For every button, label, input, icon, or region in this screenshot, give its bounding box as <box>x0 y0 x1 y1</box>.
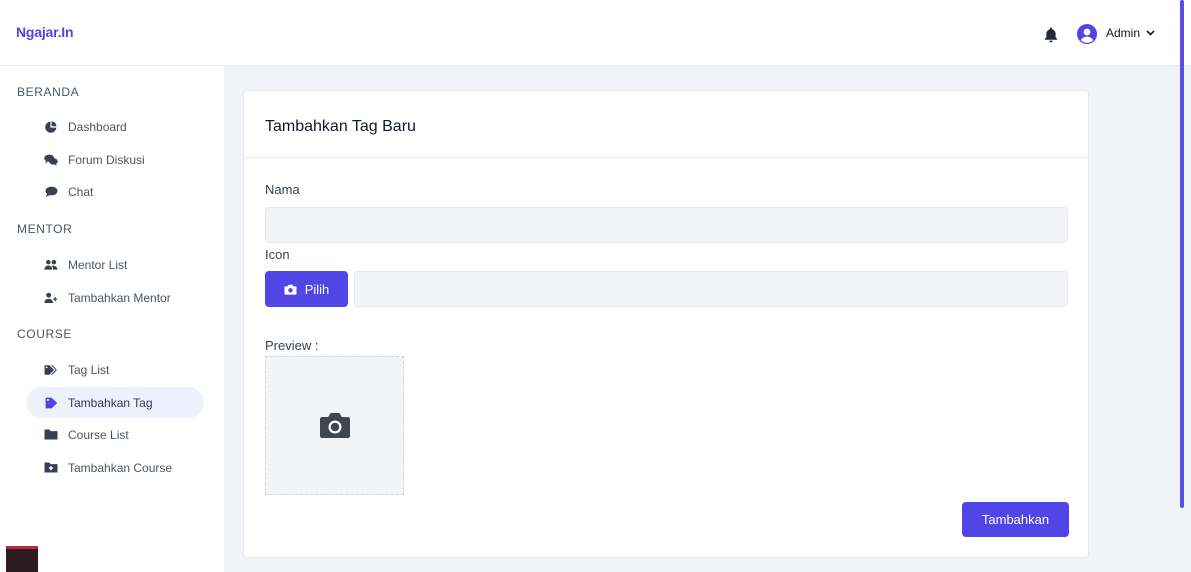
icon-file-field[interactable] <box>354 271 1068 307</box>
sidebar-item-tambahkan-course[interactable]: Tambahkan Course <box>26 452 204 483</box>
sidebar-item-label: Chat <box>68 184 94 199</box>
sidebar: BERANDA Dashboard Forum Diskusi Chat MEN… <box>0 66 224 572</box>
sidebar-item-label: Tambahkan Course <box>68 460 173 475</box>
sidebar-item-tag-list[interactable]: Tag List <box>26 354 204 385</box>
users-icon <box>44 258 58 272</box>
section-course: COURSE <box>17 327 72 341</box>
chevron-down-icon <box>1146 30 1155 36</box>
pie-chart-icon <box>44 120 58 134</box>
tag-icon <box>44 396 58 410</box>
sidebar-item-course-list[interactable]: Course List <box>26 419 204 450</box>
section-mentor: MENTOR <box>17 222 73 236</box>
camera-icon <box>319 413 350 438</box>
page-title: Tambahkan Tag Baru <box>265 118 416 135</box>
comments-icon <box>44 153 58 167</box>
sidebar-item-label: Course List <box>68 427 129 442</box>
camera-icon <box>284 284 297 295</box>
name-label: Nama <box>265 182 300 197</box>
user-menu[interactable]: Admin <box>1106 26 1155 40</box>
sidebar-item-chat[interactable]: Chat <box>26 176 204 207</box>
folder-icon <box>44 428 58 442</box>
sidebar-item-label: Tambahkan Tag <box>68 395 153 410</box>
user-plus-icon <box>44 291 58 305</box>
card-header: Tambahkan Tag Baru <box>244 91 1088 158</box>
section-beranda: BERANDA <box>17 85 80 99</box>
sidebar-item-label: Tag List <box>68 362 110 377</box>
sidebar-item-forum-diskusi[interactable]: Forum Diskusi <box>26 144 204 175</box>
name-input[interactable] <box>265 207 1068 243</box>
avatar-icon[interactable] <box>1077 24 1097 44</box>
pick-icon-button[interactable]: Pilih <box>265 271 348 307</box>
sidebar-item-tambahkan-mentor[interactable]: Tambahkan Mentor <box>26 282 204 313</box>
icon-preview <box>265 356 404 495</box>
add-tag-card: Tambahkan Tag Baru Nama Icon Pilih Previ… <box>243 90 1089 558</box>
brand-logo[interactable]: Ngajar.In <box>16 24 74 40</box>
tags-icon <box>44 363 58 377</box>
folder-plus-icon <box>44 461 58 475</box>
icon-label: Icon <box>265 247 290 262</box>
scrollbar[interactable] <box>1180 0 1184 508</box>
submit-button[interactable]: Tambahkan <box>962 502 1069 537</box>
sidebar-item-label: Mentor List <box>68 257 128 272</box>
bell-icon[interactable] <box>1044 27 1058 43</box>
sidebar-item-mentor-list[interactable]: Mentor List <box>26 249 204 280</box>
user-name: Admin <box>1106 26 1141 40</box>
sidebar-item-label: Dashboard <box>68 119 127 134</box>
top-navbar: Ngajar.In Admin <box>0 0 1191 66</box>
preview-label: Preview : <box>265 338 319 353</box>
sidebar-item-tambahkan-tag[interactable]: Tambahkan Tag <box>26 387 204 418</box>
app-badge-icon <box>6 546 38 572</box>
pick-icon-label: Pilih <box>304 281 330 297</box>
sidebar-item-label: Tambahkan Mentor <box>68 290 171 305</box>
sidebar-item-label: Forum Diskusi <box>68 152 145 167</box>
sidebar-item-dashboard[interactable]: Dashboard <box>26 111 204 142</box>
chat-bubble-icon <box>44 185 58 199</box>
